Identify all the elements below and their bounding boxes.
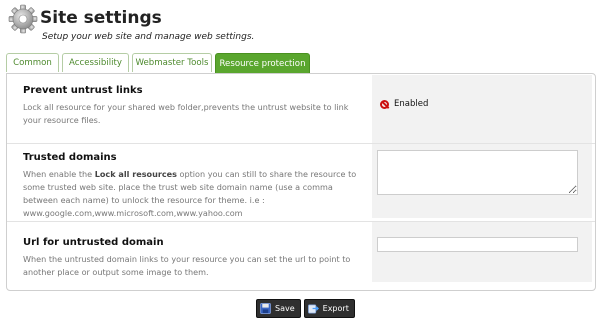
- floppy-disk-icon: [260, 303, 271, 314]
- export-label: Export: [322, 304, 349, 313]
- tab-webmaster-tools[interactable]: Webmaster Tools: [132, 53, 212, 72]
- action-buttons: Save Export: [256, 299, 355, 318]
- tab-accessibility[interactable]: Accessibility: [62, 53, 129, 72]
- setting-value-cell: Enabled: [372, 75, 592, 143]
- setting-trusted-domains: Trusted domains When enable the Lock all…: [7, 144, 595, 222]
- setting-title: Trusted domains: [23, 152, 117, 163]
- export-icon: [307, 304, 319, 314]
- page-subtitle: Setup your web site and manage web setti…: [42, 32, 255, 42]
- disabled-circle-icon: [380, 99, 389, 109]
- status-label: Enabled: [394, 99, 429, 109]
- setting-title: Url for untrusted domain: [23, 237, 164, 248]
- setting-value-cell: [372, 144, 592, 218]
- tab-resource-protection[interactable]: Resource protection: [215, 53, 310, 73]
- setting-description: When the untrusted domain links to your …: [23, 254, 351, 277]
- setting-untrusted-url: Url for untrusted domain When the untrus…: [7, 222, 595, 287]
- setting-value-cell: [372, 222, 592, 282]
- tab-common[interactable]: Common: [6, 53, 59, 72]
- gear-icon: [8, 4, 38, 34]
- trusted-domains-textarea[interactable]: [377, 150, 578, 195]
- setting-title: Prevent untrust links: [23, 85, 143, 96]
- status-toggle[interactable]: Enabled: [380, 99, 428, 109]
- export-button[interactable]: Export: [303, 299, 355, 318]
- setting-description: Lock all resource for your shared web fo…: [23, 102, 349, 125]
- untrusted-url-input[interactable]: [377, 237, 578, 252]
- save-button[interactable]: Save: [256, 299, 301, 318]
- page-header: Site settings Setup your web site and ma…: [4, 2, 594, 44]
- setting-description: When enable the Lock all resources optio…: [23, 169, 357, 218]
- resource-protection-panel: Prevent untrust links Lock all resource …: [6, 73, 596, 291]
- save-label: Save: [275, 304, 295, 313]
- setting-prevent-untrust: Prevent untrust links Lock all resource …: [7, 75, 595, 143]
- page-title: Site settings: [40, 8, 162, 28]
